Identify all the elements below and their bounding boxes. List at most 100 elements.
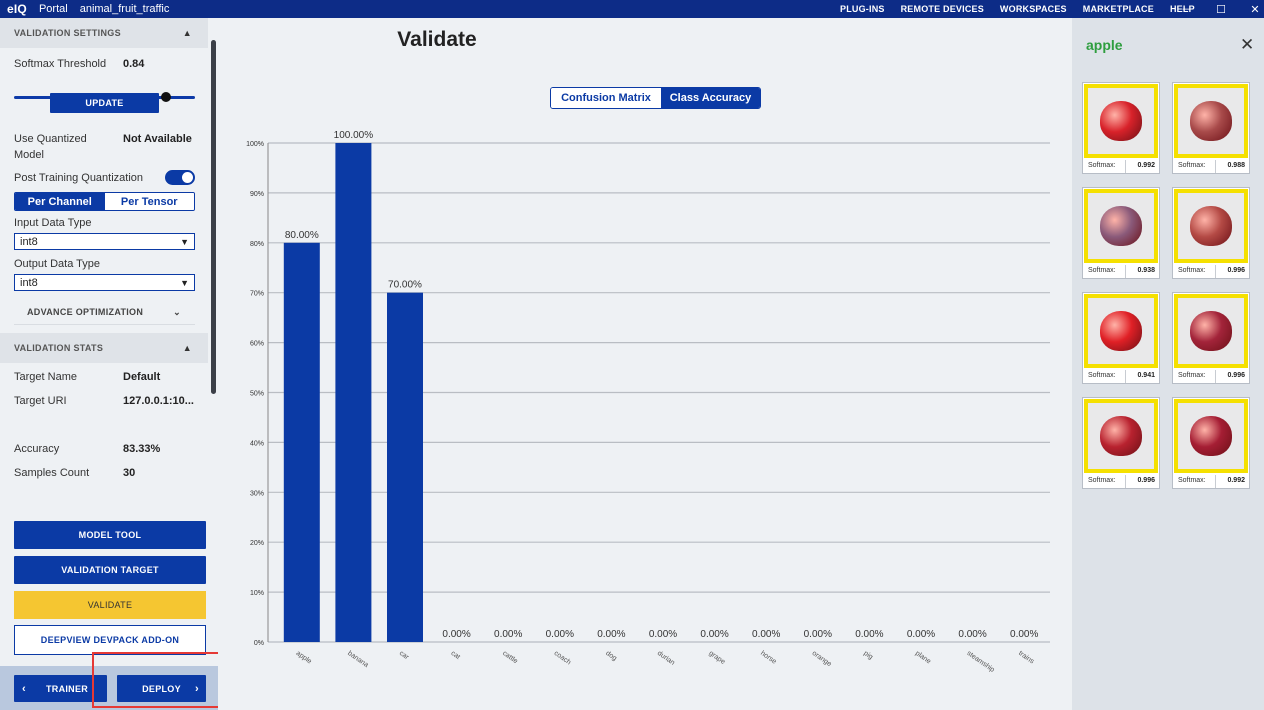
- data-label: 0.00%: [907, 629, 935, 640]
- per-tensor-button[interactable]: Per Tensor: [104, 193, 194, 210]
- minimize-icon[interactable]: —: [1178, 0, 1198, 18]
- sample-image-frame: [1174, 189, 1248, 263]
- apple-icon: [1100, 101, 1142, 141]
- maximize-icon[interactable]: ☐: [1211, 0, 1231, 18]
- data-label: 0.00%: [1010, 629, 1038, 640]
- ptq-toggle[interactable]: [165, 170, 195, 185]
- tab-class-accuracy[interactable]: Class Accuracy: [661, 88, 760, 108]
- data-label: 0.00%: [752, 629, 780, 640]
- portal-label: Portal: [38, 3, 68, 15]
- softmax-label: Softmax:: [1088, 267, 1116, 274]
- sample-card[interactable]: Softmax: 0.996: [1082, 397, 1160, 489]
- nav-plugins[interactable]: PLUG-INS: [840, 4, 885, 14]
- chevron-up-icon[interactable]: ▲: [183, 343, 192, 353]
- sample-card[interactable]: Softmax: 0.941: [1082, 292, 1160, 384]
- data-label: 70.00%: [388, 280, 422, 291]
- title-bar: eIQ Portal animal_fruit_traffic PLUG-INS…: [0, 0, 1264, 18]
- x-tick-label: horse: [759, 650, 777, 666]
- divider: [1215, 265, 1216, 278]
- sidebar: VALIDATION SETTINGS ▲ Softmax Threshold …: [0, 18, 218, 710]
- output-type-select[interactable]: int8 ▼: [14, 274, 195, 291]
- trainer-label: TRAINER: [45, 683, 89, 694]
- data-label: 0.00%: [804, 629, 832, 640]
- apple-icon: [1100, 311, 1142, 351]
- x-tick-label: apple: [295, 650, 313, 666]
- sample-image: [1178, 403, 1244, 469]
- sample-image: [1088, 403, 1154, 469]
- sample-card[interactable]: Softmax: 0.992: [1172, 397, 1250, 489]
- bar: [335, 143, 372, 642]
- accuracy-label: Accuracy: [14, 443, 60, 455]
- sample-image-frame: [1084, 294, 1158, 368]
- softmax-score: 0.988: [1227, 162, 1245, 169]
- sample-card[interactable]: Softmax: 0.996: [1172, 187, 1250, 279]
- toggle-knob: [182, 172, 193, 183]
- sample-card[interactable]: Softmax: 0.992: [1082, 82, 1160, 174]
- model-tool-button[interactable]: MODEL TOOL: [14, 521, 206, 549]
- input-type-select[interactable]: int8 ▼: [14, 233, 195, 250]
- data-label: 0.00%: [855, 629, 883, 640]
- quantized-value: Not Available: [123, 133, 192, 145]
- output-type-value: int8: [20, 276, 38, 289]
- softmax-score: 0.992: [1227, 477, 1245, 484]
- y-tick-label: 30%: [250, 490, 264, 497]
- validation-target-button[interactable]: VALIDATION TARGET: [14, 556, 206, 584]
- x-tick-label: cattle: [501, 650, 519, 665]
- softmax-score: 0.938: [1137, 267, 1155, 274]
- validation-stats-header[interactable]: VALIDATION STATS ▲: [0, 333, 208, 363]
- softmax-value: 0.84: [123, 58, 145, 70]
- softmax-label: Softmax:: [1178, 477, 1206, 484]
- target-name-value: Default: [123, 371, 161, 383]
- divider: [1215, 160, 1216, 173]
- nav-workspaces[interactable]: WORKSPACES: [1000, 4, 1067, 14]
- sample-image: [1088, 88, 1154, 154]
- apple-icon: [1100, 416, 1142, 456]
- samples-value: 30: [123, 467, 136, 479]
- tab-confusion-matrix[interactable]: Confusion Matrix: [551, 88, 661, 108]
- nav-marketplace[interactable]: MARKETPLACE: [1083, 4, 1154, 14]
- softmax-label: Softmax:: [1178, 162, 1206, 169]
- per-channel-button[interactable]: Per Channel: [15, 193, 105, 210]
- target-name-label: Target Name: [14, 371, 77, 383]
- softmax-score: 0.996: [1227, 267, 1245, 274]
- softmax-slider-handle[interactable]: [161, 92, 172, 102]
- sample-image-frame: [1084, 399, 1158, 473]
- x-tick-label: grape: [707, 650, 726, 666]
- data-label: 0.00%: [494, 629, 522, 640]
- output-type-label: Output Data Type: [14, 258, 101, 270]
- chevron-down-icon: ▼: [180, 236, 189, 247]
- close-icon[interactable]: ✕: [1240, 35, 1254, 55]
- sample-image-frame: [1174, 399, 1248, 473]
- y-tick-label: 50%: [250, 391, 264, 398]
- x-tick-label: dog: [604, 650, 618, 662]
- sidebar-scrollbar[interactable]: [211, 40, 216, 394]
- close-window-icon[interactable]: ✕: [1245, 0, 1264, 18]
- x-tick-label: pig: [862, 650, 874, 661]
- sample-image: [1178, 88, 1244, 154]
- sample-image-frame: [1084, 84, 1158, 158]
- x-tick-label: orange: [811, 650, 833, 668]
- accuracy-value: 83.33%: [123, 443, 161, 455]
- advance-optimization-toggle[interactable]: ADVANCE OPTIMIZATION ⌄: [14, 300, 195, 325]
- sample-card[interactable]: Softmax: 0.996: [1172, 292, 1250, 384]
- sample-image: [1088, 193, 1154, 259]
- data-label: 0.00%: [597, 629, 625, 640]
- softmax-score: 0.992: [1137, 162, 1155, 169]
- softmax-label: Softmax:: [1178, 267, 1206, 274]
- update-button[interactable]: UPDATE: [50, 93, 159, 113]
- softmax-score: 0.996: [1227, 372, 1245, 379]
- nav-remote-devices[interactable]: REMOTE DEVICES: [901, 4, 984, 14]
- validate-button[interactable]: VALIDATE: [14, 591, 206, 619]
- deepview-addon-button[interactable]: DEEPVIEW DEVPACK ADD-ON: [14, 625, 206, 655]
- divider: [1125, 160, 1126, 173]
- sample-image: [1088, 298, 1154, 364]
- chevron-left-icon: ‹: [22, 682, 26, 695]
- sample-image: [1178, 298, 1244, 364]
- apple-icon: [1190, 101, 1232, 141]
- sample-card[interactable]: Softmax: 0.938: [1082, 187, 1160, 279]
- bar: [387, 292, 423, 642]
- sample-image-frame: [1174, 294, 1248, 368]
- data-label: 0.00%: [442, 629, 470, 640]
- x-tick-label: durian: [656, 650, 676, 667]
- sample-card[interactable]: Softmax: 0.988: [1172, 82, 1250, 174]
